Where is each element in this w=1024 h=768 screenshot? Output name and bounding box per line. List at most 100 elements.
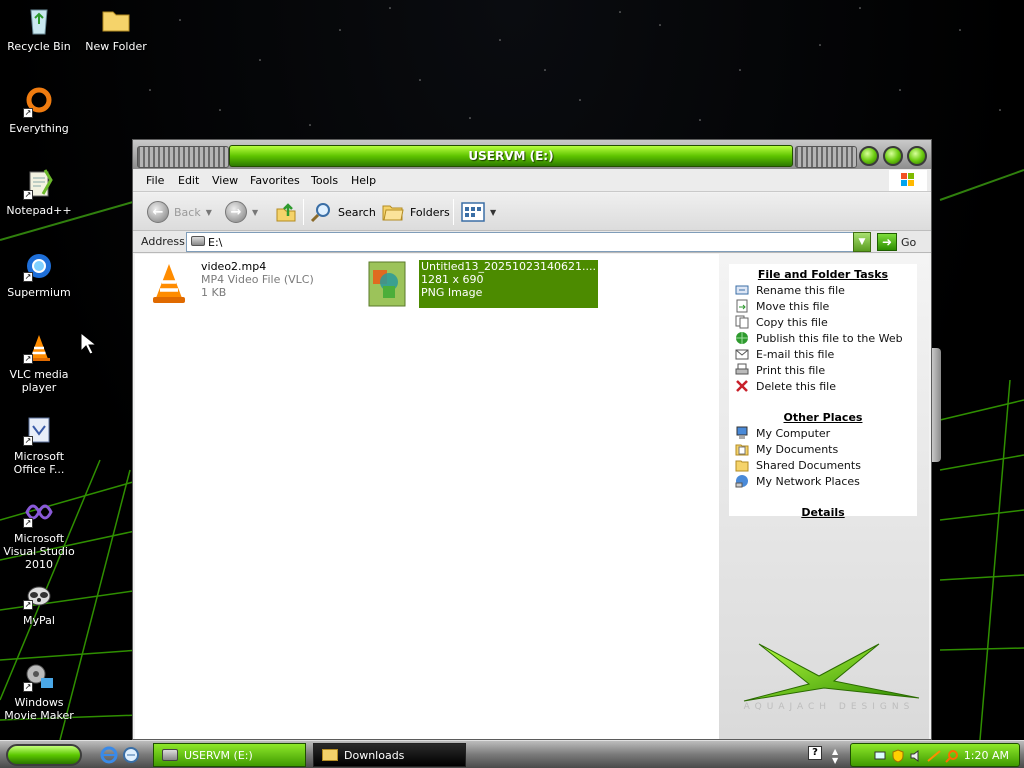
task-delete-file[interactable]: Delete this file bbox=[729, 378, 917, 394]
search-tray-icon[interactable] bbox=[945, 749, 959, 763]
place-label: Shared Documents bbox=[756, 458, 861, 472]
volume-icon[interactable] bbox=[909, 749, 923, 763]
menu-tools[interactable]: Tools bbox=[311, 174, 338, 187]
task-publish-file[interactable]: Publish this file to the Web bbox=[729, 330, 917, 346]
go-button[interactable]: ➜ Go bbox=[877, 232, 916, 252]
shortcut-arrow-icon: ↗ bbox=[23, 272, 33, 282]
clock[interactable]: 1:20 AM bbox=[964, 749, 1009, 762]
place-shared-documents[interactable]: Shared Documents bbox=[729, 457, 917, 473]
other-places-heading[interactable]: Other Places bbox=[729, 407, 917, 425]
file-tasks-heading[interactable]: File and Folder Tasks bbox=[729, 264, 917, 282]
taskbar-button-uservm[interactable]: USERVM (E:) bbox=[153, 743, 306, 767]
desktop-icon-new-folder[interactable]: New Folder bbox=[77, 4, 155, 53]
forward-dropdown-icon[interactable]: ▼ bbox=[252, 208, 258, 217]
forward-arrow-icon: → bbox=[225, 201, 247, 223]
file-item-untitled13[interactable]: Untitled13_20251023140621.... 1281 x 690… bbox=[363, 260, 598, 308]
x-logo-icon bbox=[743, 643, 920, 702]
shared-folder-icon bbox=[735, 460, 749, 472]
desktop-icon-supermium[interactable]: ↗ Supermium bbox=[0, 250, 78, 299]
menu-edit[interactable]: Edit bbox=[178, 174, 199, 187]
desktop-icon-visual-studio[interactable]: ↗ Microsoft Visual Studio 2010 bbox=[0, 496, 78, 571]
task-label: Move this file bbox=[756, 299, 830, 313]
folders-button[interactable]: Folders bbox=[381, 199, 450, 225]
up-folder-icon bbox=[276, 203, 296, 222]
menu-view[interactable]: View bbox=[212, 174, 238, 187]
toolbar: ← Back ▼ → ▼ Search Folders ▼ bbox=[133, 193, 931, 231]
back-button[interactable]: ← Back ▼ bbox=[147, 199, 212, 225]
tray-expand-icon[interactable]: ▲ ▼ bbox=[832, 747, 838, 765]
watermark-text: AQUAJACH DESIGNS bbox=[743, 702, 915, 712]
globe-publish-icon bbox=[736, 332, 748, 344]
desktop-icon-notepad-plus-plus[interactable]: ↗ Notepad++ bbox=[0, 168, 78, 217]
desktop-icon-everything[interactable]: ↗ Everything bbox=[0, 86, 78, 135]
shortcut-arrow-icon: ↗ bbox=[23, 518, 33, 528]
security-shield-icon[interactable] bbox=[891, 749, 905, 763]
printer-icon bbox=[735, 363, 749, 375]
task-label: Delete this file bbox=[756, 379, 836, 393]
up-folder-button[interactable] bbox=[275, 199, 297, 225]
desktop-icon-windows-movie-maker[interactable]: ↗ Windows Movie Maker bbox=[0, 660, 78, 722]
task-rename-file[interactable]: Rename this file bbox=[729, 282, 917, 298]
place-my-computer[interactable]: My Computer bbox=[729, 425, 917, 441]
desktop-icon-label: Windows Movie Maker bbox=[4, 696, 74, 722]
shortcut-arrow-icon: ↗ bbox=[23, 108, 33, 118]
png-image-icon bbox=[368, 261, 406, 307]
task-label: Print this file bbox=[756, 363, 826, 377]
file-name: Untitled13_20251023140621.... bbox=[421, 260, 596, 273]
file-item-video2[interactable]: video2.mp4 MP4 Video File (VLC) 1 KB bbox=[145, 260, 314, 308]
desktop-icon-label: Microsoft Office F... bbox=[13, 450, 65, 476]
task-print-file[interactable]: Print this file bbox=[729, 362, 917, 378]
place-my-network-places[interactable]: My Network Places bbox=[729, 473, 917, 489]
close-button[interactable] bbox=[907, 146, 927, 166]
start-button[interactable] bbox=[6, 744, 82, 766]
title-bar[interactable]: USERVM (E:) bbox=[133, 140, 931, 169]
task-copy-file[interactable]: Copy this file bbox=[729, 314, 917, 330]
shortcut-arrow-icon: ↗ bbox=[23, 600, 33, 610]
file-size: 1 KB bbox=[201, 286, 227, 299]
maximize-button[interactable] bbox=[883, 146, 903, 166]
task-move-file[interactable]: Move this file bbox=[729, 298, 917, 314]
views-button[interactable]: ▼ bbox=[461, 199, 496, 225]
address-value: E:\ bbox=[208, 236, 223, 249]
back-dropdown-icon[interactable]: ▼ bbox=[206, 208, 212, 217]
internet-explorer-icon[interactable] bbox=[100, 746, 118, 764]
email-icon bbox=[735, 349, 749, 360]
minimize-button[interactable] bbox=[859, 146, 879, 166]
menu-favorites[interactable]: Favorites bbox=[250, 174, 300, 187]
task-label: Rename this file bbox=[756, 283, 845, 297]
explorer-quicklaunch-icon[interactable] bbox=[122, 746, 140, 764]
mouse-cursor-icon bbox=[80, 332, 98, 355]
search-icon bbox=[310, 203, 330, 223]
shortcut-arrow-icon: ↗ bbox=[23, 190, 33, 200]
forward-button[interactable]: → ▼ bbox=[225, 199, 258, 225]
address-label: Address bbox=[141, 235, 185, 248]
menu-help[interactable]: Help bbox=[351, 174, 376, 187]
go-arrow-icon: ➜ bbox=[877, 233, 897, 251]
display-tray-icon[interactable] bbox=[927, 749, 941, 763]
move-icon bbox=[736, 299, 748, 313]
desktop-icon-vlc[interactable]: ↗ VLC media player bbox=[0, 332, 78, 394]
address-input[interactable]: E:\ bbox=[186, 232, 871, 252]
place-my-documents[interactable]: My Documents bbox=[729, 441, 917, 457]
task-email-file[interactable]: E-mail this file bbox=[729, 346, 917, 362]
desktop-icon-label: Notepad++ bbox=[6, 204, 72, 217]
taskbar-button-downloads[interactable]: Downloads bbox=[313, 743, 466, 767]
back-label: Back bbox=[174, 205, 201, 219]
desktop-icon-label: Everything bbox=[9, 122, 69, 135]
task-label: Copy this file bbox=[756, 315, 828, 329]
folders-icon bbox=[382, 205, 404, 221]
network-tray-icon[interactable] bbox=[873, 749, 887, 763]
details-heading[interactable]: Details bbox=[729, 502, 917, 520]
desktop-icon-recycle-bin[interactable]: Recycle Bin bbox=[0, 4, 78, 53]
file-list-pane[interactable]: video2.mp4 MP4 Video File (VLC) 1 KB Unt… bbox=[135, 254, 719, 739]
search-button[interactable]: Search bbox=[309, 199, 376, 225]
address-bar: Address E:\ ▼ ➜ Go bbox=[133, 231, 931, 253]
address-dropdown-button[interactable]: ▼ bbox=[853, 232, 871, 252]
views-icon bbox=[461, 202, 485, 222]
views-dropdown-icon[interactable]: ▼ bbox=[490, 208, 496, 217]
help-icon[interactable]: ? bbox=[808, 746, 822, 760]
desktop-icon-mypal[interactable]: ↗ MyPal bbox=[0, 578, 78, 627]
desktop-icon-microsoft-office[interactable]: ↗ Microsoft Office F... bbox=[0, 414, 78, 476]
menu-file[interactable]: File bbox=[146, 174, 164, 187]
